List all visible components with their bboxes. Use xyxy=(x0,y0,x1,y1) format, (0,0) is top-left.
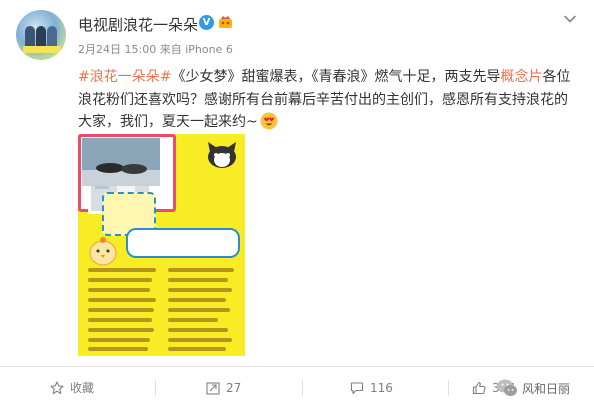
chevron-down-icon[interactable] xyxy=(563,12,577,26)
repost-icon xyxy=(206,382,220,395)
action-bar-divider xyxy=(0,366,594,367)
poster-chick-illustration xyxy=(86,236,120,266)
action-separator xyxy=(448,380,449,396)
post-image[interactable] xyxy=(78,134,245,356)
hashtag-link[interactable]: #浪花一朵朵# xyxy=(78,69,171,85)
poster-cat-illustration xyxy=(204,140,240,170)
post-date[interactable]: 2月24日 15:00 xyxy=(78,43,156,56)
author-name[interactable]: 电视剧浪花一朵朵 xyxy=(78,14,198,35)
action-separator xyxy=(302,380,303,396)
member-crown-icon xyxy=(219,16,232,28)
avatar[interactable] xyxy=(16,10,66,60)
comment-icon xyxy=(350,382,364,395)
heart-eyes-emoji-icon xyxy=(260,112,278,130)
poster-photo-pushups xyxy=(82,138,160,186)
concept-film-link[interactable]: 概念片 xyxy=(500,69,542,85)
avatar-figure xyxy=(25,26,35,48)
repost-count: 27 xyxy=(226,381,242,395)
post-source: 来自 iPhone 6 xyxy=(159,43,233,56)
wechat-icon xyxy=(497,379,517,396)
favorite-label: 收藏 xyxy=(70,381,95,395)
thumbs-up-icon xyxy=(472,381,486,395)
poster-banner xyxy=(126,228,240,258)
poster-credits-list xyxy=(84,266,240,352)
watermark-text: 风和日丽 xyxy=(522,382,571,396)
action-separator xyxy=(155,380,156,396)
avatar-logo-strip xyxy=(23,46,61,53)
star-icon xyxy=(50,381,64,395)
post-text-part-1: 《少女梦》甜蜜爆表，《青春浪》燃气十足，两支先导 xyxy=(171,69,501,85)
avatar-figure xyxy=(47,26,57,48)
verified-icon: V xyxy=(199,15,214,30)
comment-count: 116 xyxy=(370,381,393,395)
avatar-figure xyxy=(36,26,46,48)
post-meta: 2月24日 15:00 来自 iPhone 6 xyxy=(78,41,233,57)
post-text: #浪花一朵朵#《少女梦》甜蜜爆表，《青春浪》燃气十足，两支先导概念片各位浪花粉们… xyxy=(78,66,578,134)
